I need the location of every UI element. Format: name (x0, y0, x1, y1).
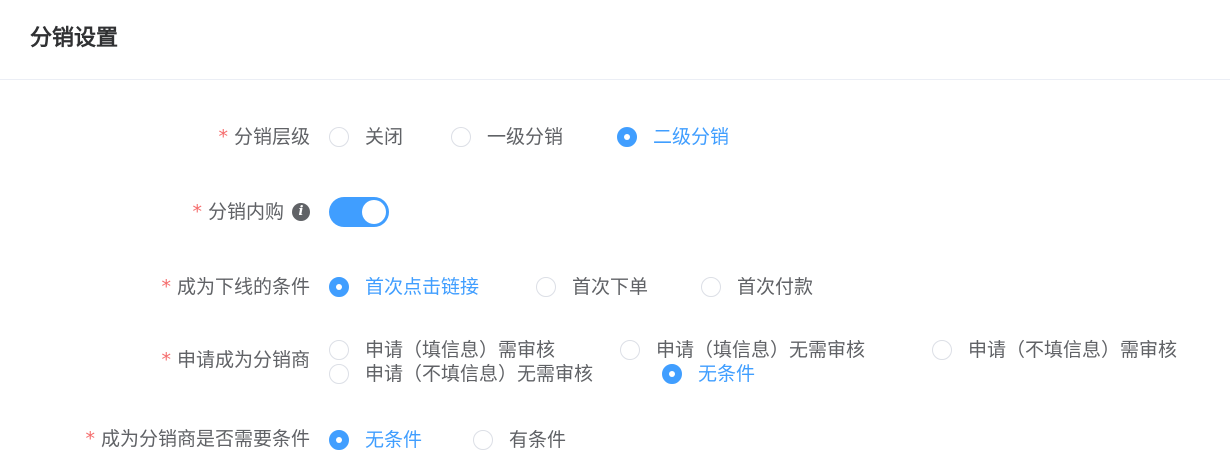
radio-label: 首次付款 (737, 276, 814, 298)
radio-circle[interactable] (620, 340, 640, 360)
apply-distributor-label-text: 申请成为分销商 (176, 349, 310, 371)
page-title: 分销设置 (30, 26, 119, 51)
level-option-off[interactable]: 关闭 (329, 124, 403, 150)
apply-option-unconditional[interactable]: 无条件 (662, 361, 755, 387)
radio-circle[interactable] (451, 127, 471, 147)
radio-circle[interactable] (473, 430, 493, 450)
page-header: 分销设置 (0, 0, 1230, 80)
level-label-text: 分销层级 (233, 126, 310, 148)
radio-label: 首次点击链接 (365, 276, 480, 298)
downline-condition-label-text: 成为下线的条件 (176, 276, 310, 298)
level-label: * 分销层级 (218, 124, 310, 150)
downline-option-first-click[interactable]: 首次点击链接 (329, 274, 479, 300)
apply-option-info-review[interactable]: 申请（填信息）需审核 (329, 337, 555, 363)
required-mark: * (218, 126, 228, 148)
downline-option-first-order[interactable]: 首次下单 (536, 274, 648, 300)
radio-circle[interactable] (329, 340, 349, 360)
apply-distributor-label: * 申请成为分销商 (161, 347, 310, 373)
need-condition-label-text: 成为分销商是否需要条件 (100, 428, 310, 450)
radio-circle[interactable] (329, 364, 349, 384)
radio-label: 一级分销 (487, 126, 564, 148)
self-purchase-label: * 分销内购 i (192, 199, 310, 225)
self-purchase-toggle[interactable] (329, 197, 389, 227)
radio-label: 申请（填信息）需审核 (365, 339, 556, 361)
need-condition-label: * 成为分销商是否需要条件 (85, 426, 310, 452)
radio-circle[interactable] (536, 277, 556, 297)
need-condition-option-has[interactable]: 有条件 (473, 427, 566, 453)
radio-label: 关闭 (365, 126, 404, 148)
radio-circle[interactable] (329, 430, 349, 450)
radio-circle[interactable] (329, 127, 349, 147)
toggle-knob (362, 200, 386, 224)
radio-circle[interactable] (932, 340, 952, 360)
apply-option-noinfo-review[interactable]: 申请（不填信息）需审核 (932, 337, 1177, 363)
downline-option-first-payment[interactable]: 首次付款 (701, 274, 813, 300)
radio-circle[interactable] (701, 277, 721, 297)
level-option-one[interactable]: 一级分销 (451, 124, 563, 150)
radio-label: 首次下单 (572, 276, 649, 298)
apply-option-noinfo-no-review[interactable]: 申请（不填信息）无需审核 (329, 361, 593, 387)
required-mark: * (85, 428, 95, 450)
radio-circle[interactable] (329, 277, 349, 297)
apply-option-info-no-review[interactable]: 申请（填信息）无需审核 (620, 337, 865, 363)
required-mark: * (192, 201, 202, 223)
downline-condition-label: * 成为下线的条件 (161, 274, 310, 300)
radio-label: 无条件 (365, 429, 423, 451)
radio-label: 无条件 (698, 363, 756, 385)
required-mark: * (161, 349, 171, 371)
radio-label: 申请（不填信息）无需审核 (365, 363, 594, 385)
radio-label: 有条件 (509, 429, 567, 451)
self-purchase-label-text: 分销内购 (207, 201, 284, 223)
radio-circle[interactable] (617, 127, 637, 147)
radio-circle[interactable] (662, 364, 682, 384)
info-icon[interactable]: i (292, 203, 310, 221)
level-option-two[interactable]: 二级分销 (617, 124, 729, 150)
required-mark: * (161, 276, 171, 298)
radio-label: 二级分销 (653, 126, 730, 148)
radio-label: 申请（不填信息）需审核 (968, 339, 1178, 361)
radio-label: 申请（填信息）无需审核 (656, 339, 866, 361)
need-condition-option-none[interactable]: 无条件 (329, 427, 422, 453)
